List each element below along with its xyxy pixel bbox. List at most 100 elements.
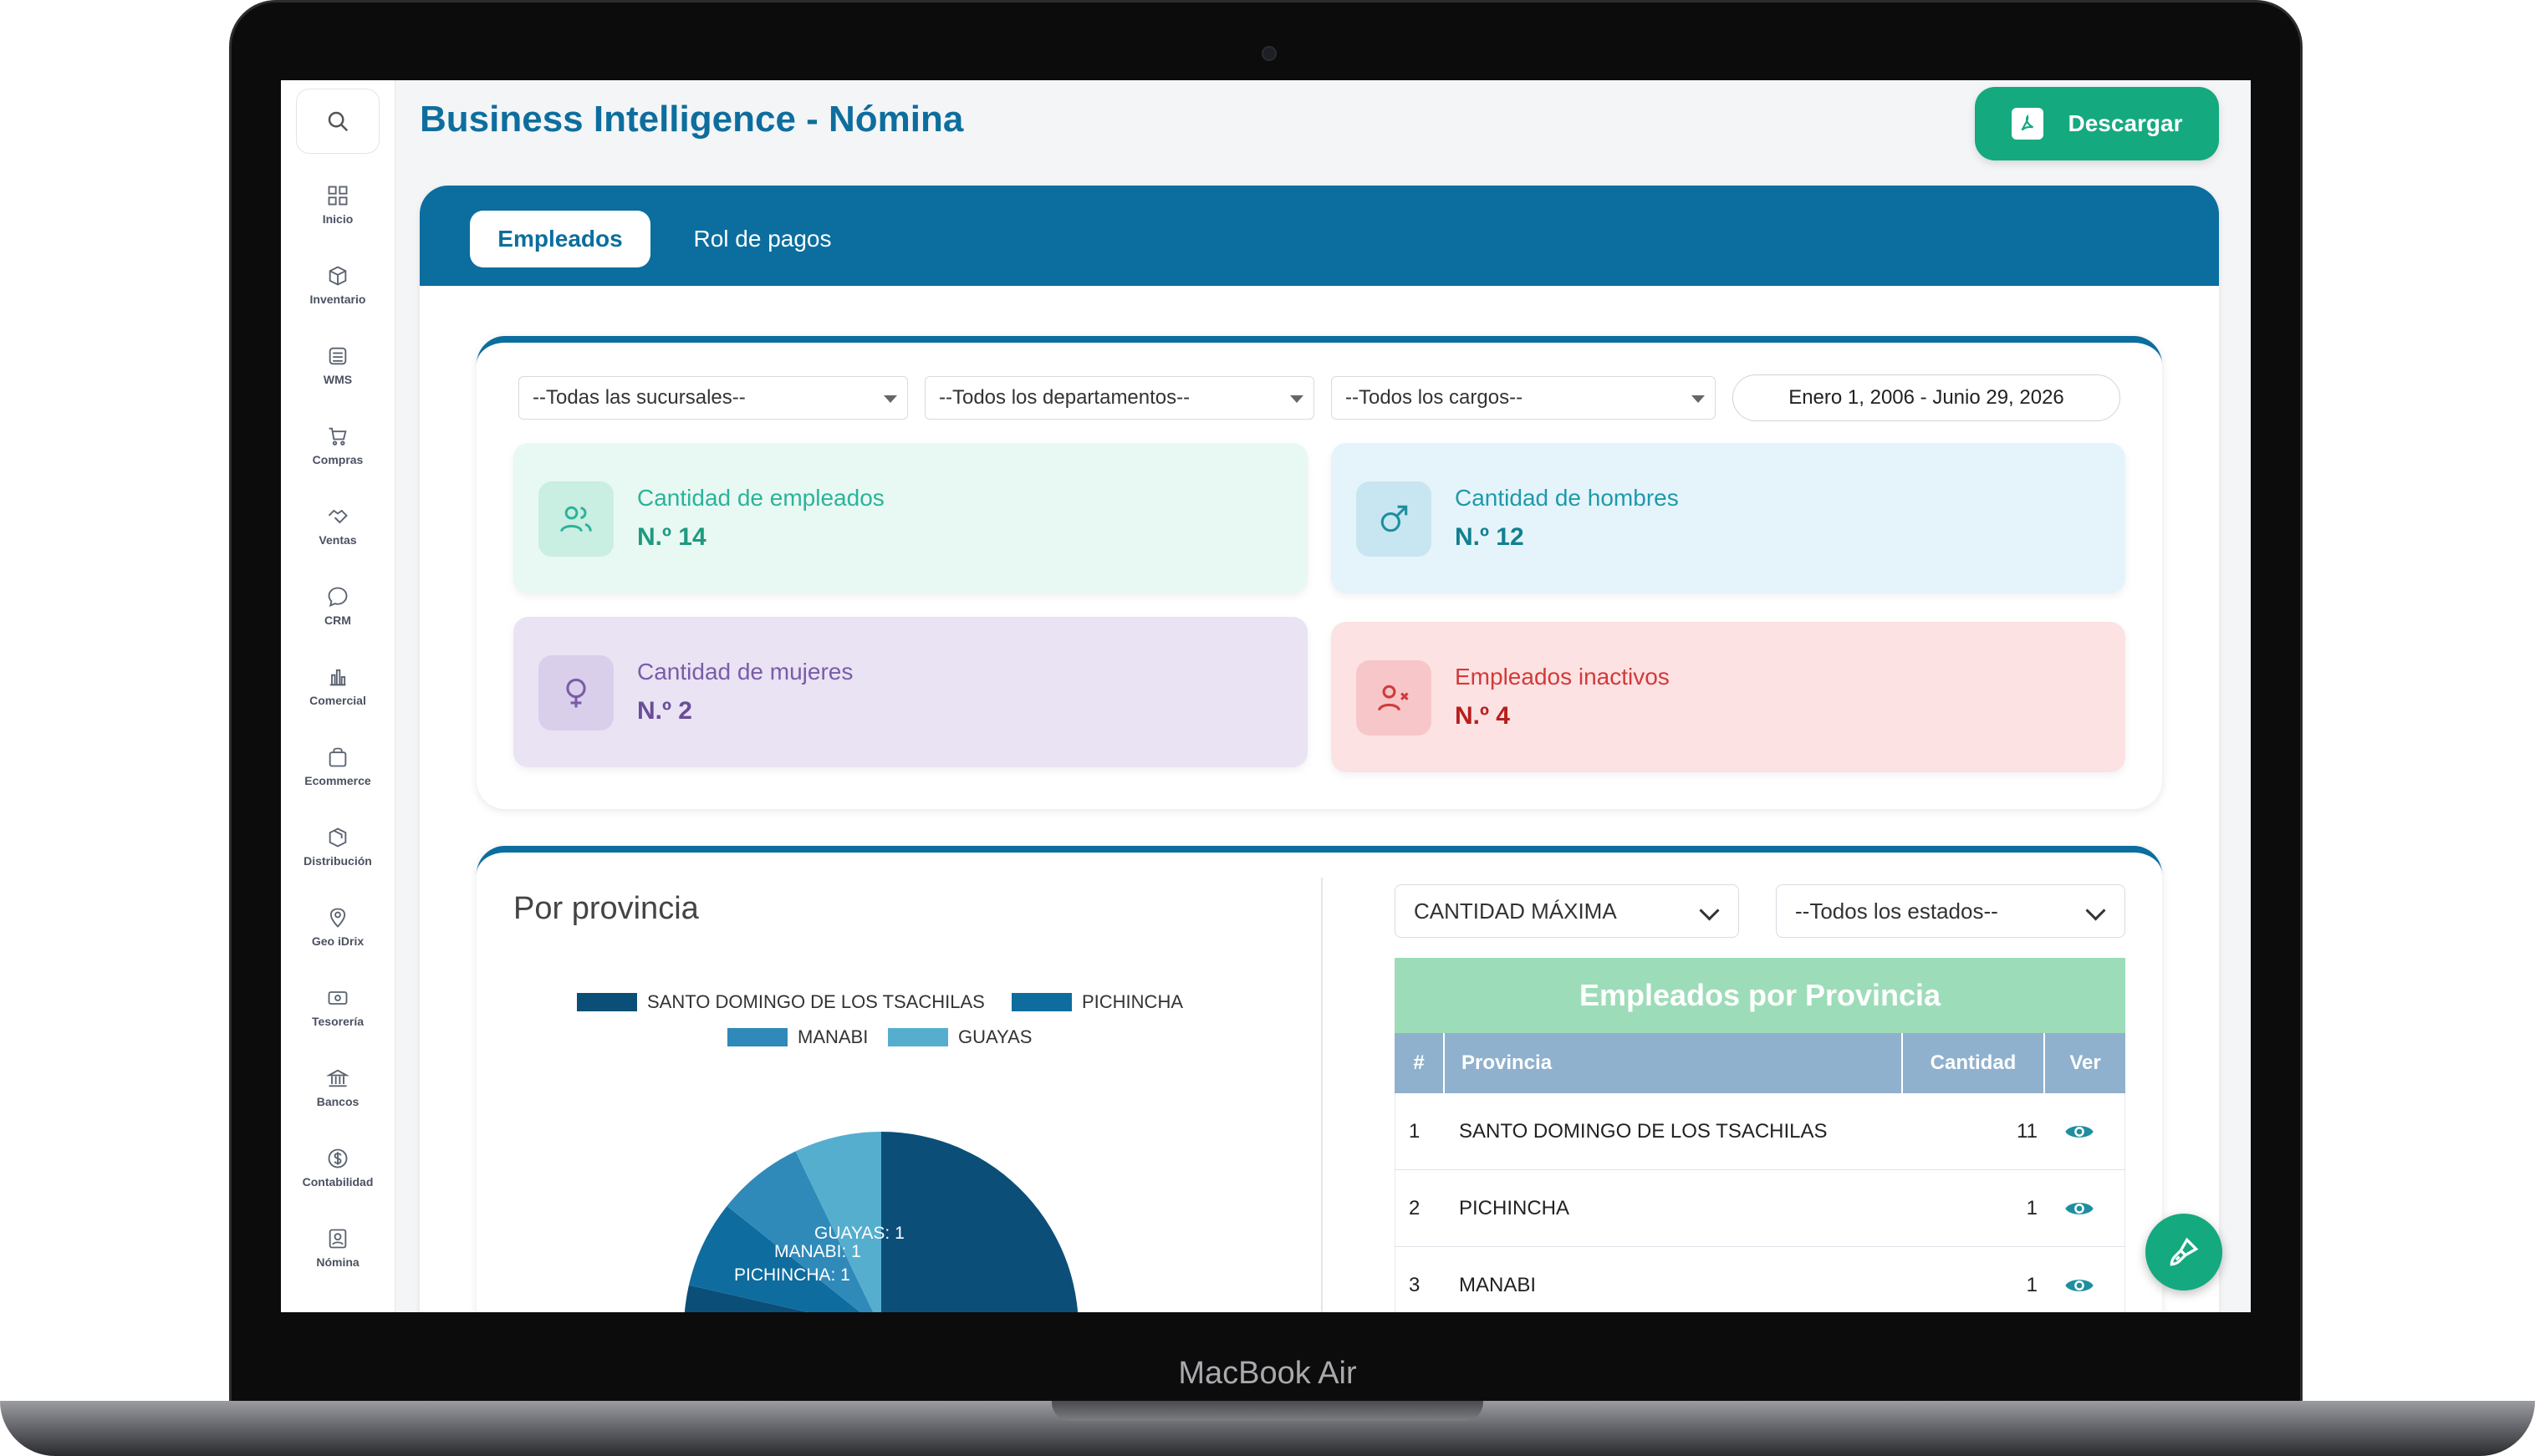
row-cantidad: 1 <box>2026 1197 2038 1219</box>
stat-label: Cantidad de mujeres <box>637 659 854 685</box>
state-select[interactable]: --Todos los estados-- <box>1776 884 2125 938</box>
male-icon <box>1356 481 1431 557</box>
state-select-value: --Todos los estados-- <box>1795 898 1998 924</box>
departamento-select-value: --Todos los departamentos-- <box>939 386 1191 409</box>
sidebar-item-bancos[interactable]: Bancos <box>281 1067 395 1133</box>
col-header-cantidad: Cantidad <box>1903 1033 2045 1093</box>
tab-bar: Empleados Rol de pagos <box>420 186 2219 286</box>
stat-value: N.º 2 <box>637 697 692 725</box>
row-provincia: SANTO DOMINGO DE LOS TSACHILAS <box>1459 1120 1828 1143</box>
col-header-provincia: Provincia <box>1445 1033 1903 1093</box>
app-screen: Inicio Inventario WMS Compras Ventas CRM… <box>281 80 2251 1312</box>
row-provincia: MANABI <box>1459 1274 1537 1296</box>
box-icon <box>329 266 347 286</box>
sidebar-item-label: Inicio <box>322 212 354 226</box>
sidebar-item-crm[interactable]: CRM <box>281 585 395 652</box>
eye-icon <box>2065 1126 2094 1138</box>
warehouse-icon <box>329 347 347 365</box>
chevron-down-icon <box>2085 900 2106 921</box>
sucursal-select[interactable]: --Todas las sucursales-- <box>518 376 908 420</box>
chat-icon <box>328 587 348 608</box>
sidebar-item-comercial[interactable]: Comercial <box>281 665 395 732</box>
sucursal-select-value: --Todas las sucursales-- <box>533 386 746 409</box>
stat-card-empleados: Cantidad de empleados N.º 14 <box>513 443 1308 593</box>
camera <box>1262 46 1277 61</box>
sidebar-item-geo-idrix[interactable]: Geo iDrix <box>281 906 395 973</box>
sidebar-item-inicio[interactable]: Inicio <box>281 184 395 251</box>
chevron-down-icon <box>1699 900 1720 921</box>
sidebar-item-distribucion[interactable]: Distribución <box>281 826 395 893</box>
sidebar: Inicio Inventario WMS Compras Ventas CRM… <box>281 80 395 1312</box>
table-row: 2 PICHINCHA 1 <box>1395 1170 2125 1247</box>
eye-icon <box>2065 1203 2094 1214</box>
dollar-icon <box>328 1148 348 1168</box>
caret-down-icon <box>1290 395 1303 403</box>
tab-empleados[interactable]: Empleados <box>470 211 650 267</box>
sidebar-item-label: Comercial <box>309 694 366 707</box>
sidebar-item-label: Ventas <box>319 533 357 547</box>
package-icon <box>329 827 347 848</box>
divider <box>1321 878 1323 1312</box>
legend-label: MANABI <box>798 1026 868 1047</box>
sidebar-item-label: Nómina <box>316 1255 360 1269</box>
stat-card-hombres: Cantidad de hombres N.º 12 <box>1331 443 2125 593</box>
sidebar-item-compras[interactable]: Compras <box>281 425 395 491</box>
sidebar-item-inventario[interactable]: Inventario <box>281 264 395 331</box>
search-button[interactable] <box>296 89 380 154</box>
cash-icon <box>328 991 348 1005</box>
caret-down-icon <box>1691 395 1705 403</box>
cart-icon <box>329 427 347 445</box>
handshake-icon <box>328 509 348 524</box>
theme-brush-button[interactable] <box>2145 1214 2222 1291</box>
legend-swatch <box>727 1028 788 1046</box>
row-cantidad: 11 <box>2017 1120 2038 1143</box>
departamento-select[interactable]: --Todos los departamentos-- <box>925 376 1314 420</box>
bank-icon <box>326 1069 349 1087</box>
metric-select[interactable]: CANTIDAD MÁXIMA <box>1395 884 1739 938</box>
sidebar-item-label: CRM <box>324 613 351 627</box>
sidebar-item-label: Compras <box>312 453 364 466</box>
table-title: Empleados por Provincia <box>1395 958 2125 1033</box>
laptop-notch <box>1052 1401 1483 1421</box>
legend-swatch <box>1012 993 1072 1011</box>
date-range-picker[interactable]: Enero 1, 2006 - Junio 29, 2026 <box>1732 374 2120 421</box>
row-index: 3 <box>1409 1274 1421 1296</box>
pie-data-label: MANABI: 1 <box>774 1242 861 1261</box>
col-header-index: # <box>1395 1033 1445 1093</box>
row-index: 1 <box>1409 1120 1421 1143</box>
cargo-select[interactable]: --Todos los cargos-- <box>1331 376 1716 420</box>
sidebar-item-label: Geo iDrix <box>311 934 365 948</box>
users-icon <box>538 481 614 557</box>
sidebar-item-label: Tesorería <box>312 1015 364 1028</box>
view-button[interactable] <box>2063 1093 2096 1170</box>
sidebar-item-ecommerce[interactable]: Ecommerce <box>281 746 395 812</box>
province-card: Por provincia CANTIDAD MÁXIMA --Todos lo… <box>477 846 2162 1312</box>
bar-chart-icon <box>329 669 346 686</box>
view-button[interactable] <box>2063 1170 2096 1247</box>
stat-label: Cantidad de hombres <box>1455 485 1679 511</box>
sidebar-item-ventas[interactable]: Ventas <box>281 505 395 572</box>
legend-label: GUAYAS <box>958 1026 1032 1047</box>
sidebar-item-wms[interactable]: WMS <box>281 344 395 411</box>
table-header: # Provincia Cantidad Ver <box>1395 1033 2125 1093</box>
sidebar-item-label: Ecommerce <box>304 774 371 787</box>
map-pin-icon <box>329 908 346 928</box>
main-panel: Empleados Rol de pagos --Todas las sucur… <box>420 186 2219 1312</box>
legend-label: PICHINCHA <box>1082 991 1183 1012</box>
tab-rol-de-pagos[interactable]: Rol de pagos <box>671 211 854 267</box>
stat-value: N.º 12 <box>1455 523 1524 551</box>
sidebar-item-tesoreria[interactable]: Tesorería <box>281 986 395 1053</box>
sidebar-item-label: Bancos <box>316 1095 360 1108</box>
sidebar-item-nomina[interactable]: Nómina <box>281 1227 395 1294</box>
table-row: 3 MANABI 1 <box>1395 1247 2125 1312</box>
stat-label: Empleados inactivos <box>1455 664 1670 690</box>
sidebar-item-contabilidad[interactable]: Contabilidad <box>281 1147 395 1214</box>
caret-down-icon <box>884 395 897 403</box>
stat-card-mujeres: Cantidad de mujeres N.º 2 <box>513 617 1308 767</box>
view-button[interactable] <box>2063 1247 2096 1312</box>
summary-card: --Todas las sucursales-- --Todos los dep… <box>477 336 2162 809</box>
metric-select-value: CANTIDAD MÁXIMA <box>1414 898 1617 924</box>
download-button[interactable]: Descargar <box>1975 87 2219 160</box>
device-label: MacBook Air <box>1178 1356 1357 1391</box>
cargo-select-value: --Todos los cargos-- <box>1345 386 1523 409</box>
